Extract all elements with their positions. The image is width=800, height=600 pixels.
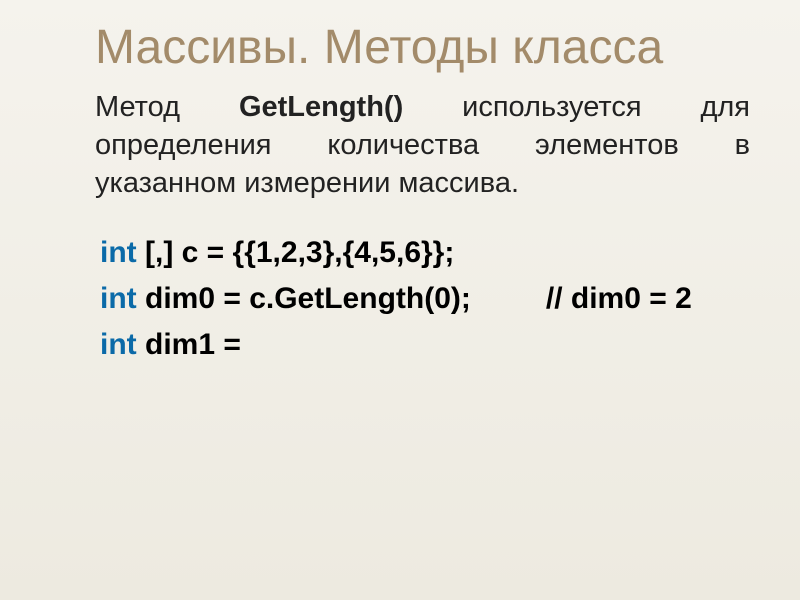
keyword-int: int (100, 282, 137, 315)
code-line-1-rest: [,] c = {{1,2,3},{4,5,6}}; (137, 236, 455, 269)
keyword-int: int (100, 236, 137, 269)
code-block: int [,] c = {{1,2,3},{4,5,6}}; int dim0 … (95, 232, 750, 366)
code-line-3-rest: dim1 = (137, 328, 241, 361)
code-line-1: int [,] c = {{1,2,3},{4,5,6}}; (100, 232, 750, 274)
code-line-2-rest: dim0 = c.GetLength(0); // dim0 = 2 (137, 282, 692, 315)
description-method-name: GetLength() (239, 91, 403, 123)
keyword-int: int (100, 328, 137, 361)
slide-title: Массивы. Методы класса (95, 20, 750, 75)
code-line-3: int dim1 = (100, 324, 750, 366)
code-line-2: int dim0 = c.GetLength(0); // dim0 = 2 (100, 278, 750, 320)
slide-description: Метод GetLength() используется для опред… (95, 89, 750, 202)
description-pre: Метод (95, 91, 239, 123)
